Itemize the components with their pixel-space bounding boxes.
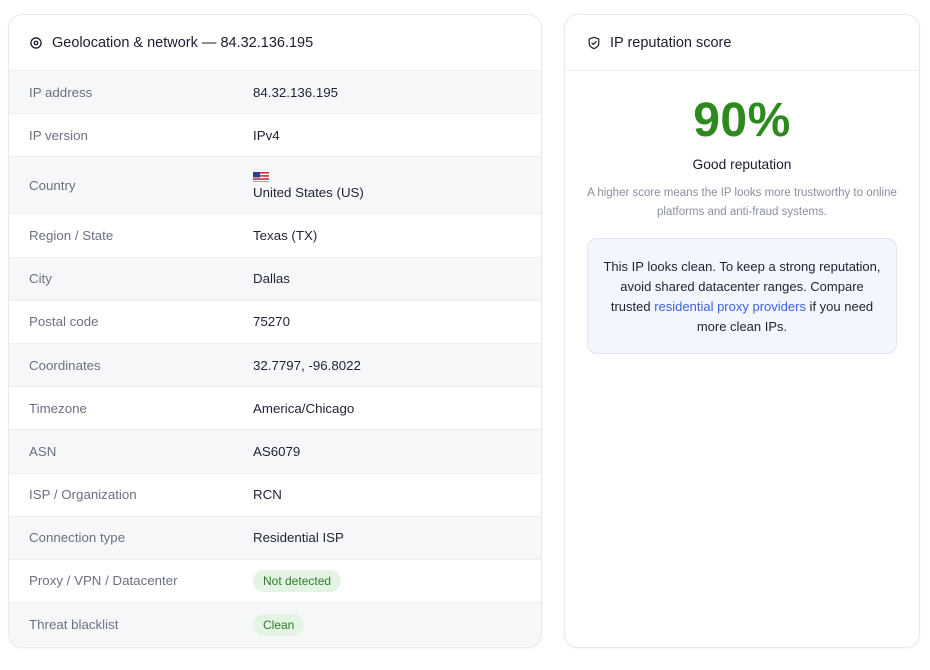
- row-value: Dallas: [253, 271, 290, 287]
- row-value-badge-wrap: Clean: [253, 613, 305, 636]
- row-label: Country: [29, 177, 76, 193]
- row-coordinates: Coordinates 32.7797, -96.8022: [9, 343, 541, 388]
- shield-check-icon: [587, 36, 601, 50]
- reputation-description: A higher score means the IP looks more t…: [587, 187, 897, 218]
- row-label: Postal code: [29, 314, 99, 330]
- row-threat-blacklist: Threat blacklist Clean: [9, 603, 541, 647]
- row-value: IPv4: [253, 127, 280, 143]
- row-isp: ISP / Organization RCN: [9, 474, 541, 517]
- row-label: Timezone: [29, 400, 87, 416]
- row-label: Region / State: [29, 227, 114, 243]
- geolocation-card: Geolocation & network — 84.32.136.195 IP…: [8, 14, 542, 648]
- row-proxy-vpn: Proxy / VPN / Datacenter Not detected: [9, 560, 541, 604]
- row-asn: ASN AS6079: [9, 430, 541, 474]
- geolocation-card-header: Geolocation & network — 84.32.136.195: [9, 15, 541, 71]
- row-label: Coordinates: [29, 357, 101, 373]
- row-value: AS6079: [253, 443, 301, 459]
- proxy-status-badge: Not detected: [253, 569, 342, 592]
- reputation-advice-box: This IP looks clean. To keep a strong re…: [587, 238, 897, 354]
- row-connection-type: Connection type Residential ISP: [9, 516, 541, 560]
- row-region: Region / State Texas (TX): [9, 214, 541, 258]
- row-label: City: [29, 271, 52, 287]
- location-pin-icon: [29, 36, 43, 50]
- row-label: Threat blacklist: [29, 617, 119, 633]
- reputation-card: IP reputation score 90% Good reputation …: [564, 14, 920, 648]
- row-label: Connection type: [29, 530, 126, 546]
- reputation-card-title: IP reputation score: [610, 34, 732, 51]
- row-value-badge-wrap: Not detected: [253, 569, 342, 592]
- us-flag-icon: [253, 171, 269, 182]
- row-label: Proxy / VPN / Datacenter: [29, 573, 178, 589]
- row-country: Country United States (US): [9, 157, 541, 215]
- row-value: Residential ISP: [253, 530, 344, 546]
- row-timezone: Timezone America/Chicago: [9, 387, 541, 431]
- reputation-score: 90%: [693, 94, 791, 147]
- geolocation-table: IP address 84.32.136.195 IP version IPv4…: [9, 71, 541, 647]
- row-value: 75270: [253, 314, 290, 330]
- reputation-card-header: IP reputation score: [565, 15, 919, 71]
- country-name: United States (US): [253, 184, 364, 200]
- residential-proxy-providers-link[interactable]: residential proxy providers: [654, 299, 806, 314]
- row-ip-address: IP address 84.32.136.195: [9, 71, 541, 115]
- row-value: America/Chicago: [253, 400, 355, 416]
- geolocation-card-title: Geolocation & network — 84.32.136.195: [52, 34, 314, 51]
- row-value: RCN: [253, 487, 282, 503]
- row-value-country: United States (US): [253, 171, 364, 200]
- row-ip-version: IP version IPv4: [9, 114, 541, 158]
- row-value: 32.7797, -96.8022: [253, 357, 361, 373]
- blacklist-status-badge: Clean: [253, 613, 305, 636]
- row-postal-code: Postal code 75270: [9, 301, 541, 344]
- row-label: ASN: [29, 443, 57, 459]
- row-label: IP version: [29, 127, 88, 143]
- row-label: ISP / Organization: [29, 487, 137, 503]
- row-label: IP address: [29, 84, 93, 100]
- reputation-status: Good reputation: [692, 157, 792, 172]
- row-value: 84.32.136.195: [253, 84, 339, 100]
- row-city: City Dallas: [9, 257, 541, 301]
- row-value: Texas (TX): [253, 227, 318, 243]
